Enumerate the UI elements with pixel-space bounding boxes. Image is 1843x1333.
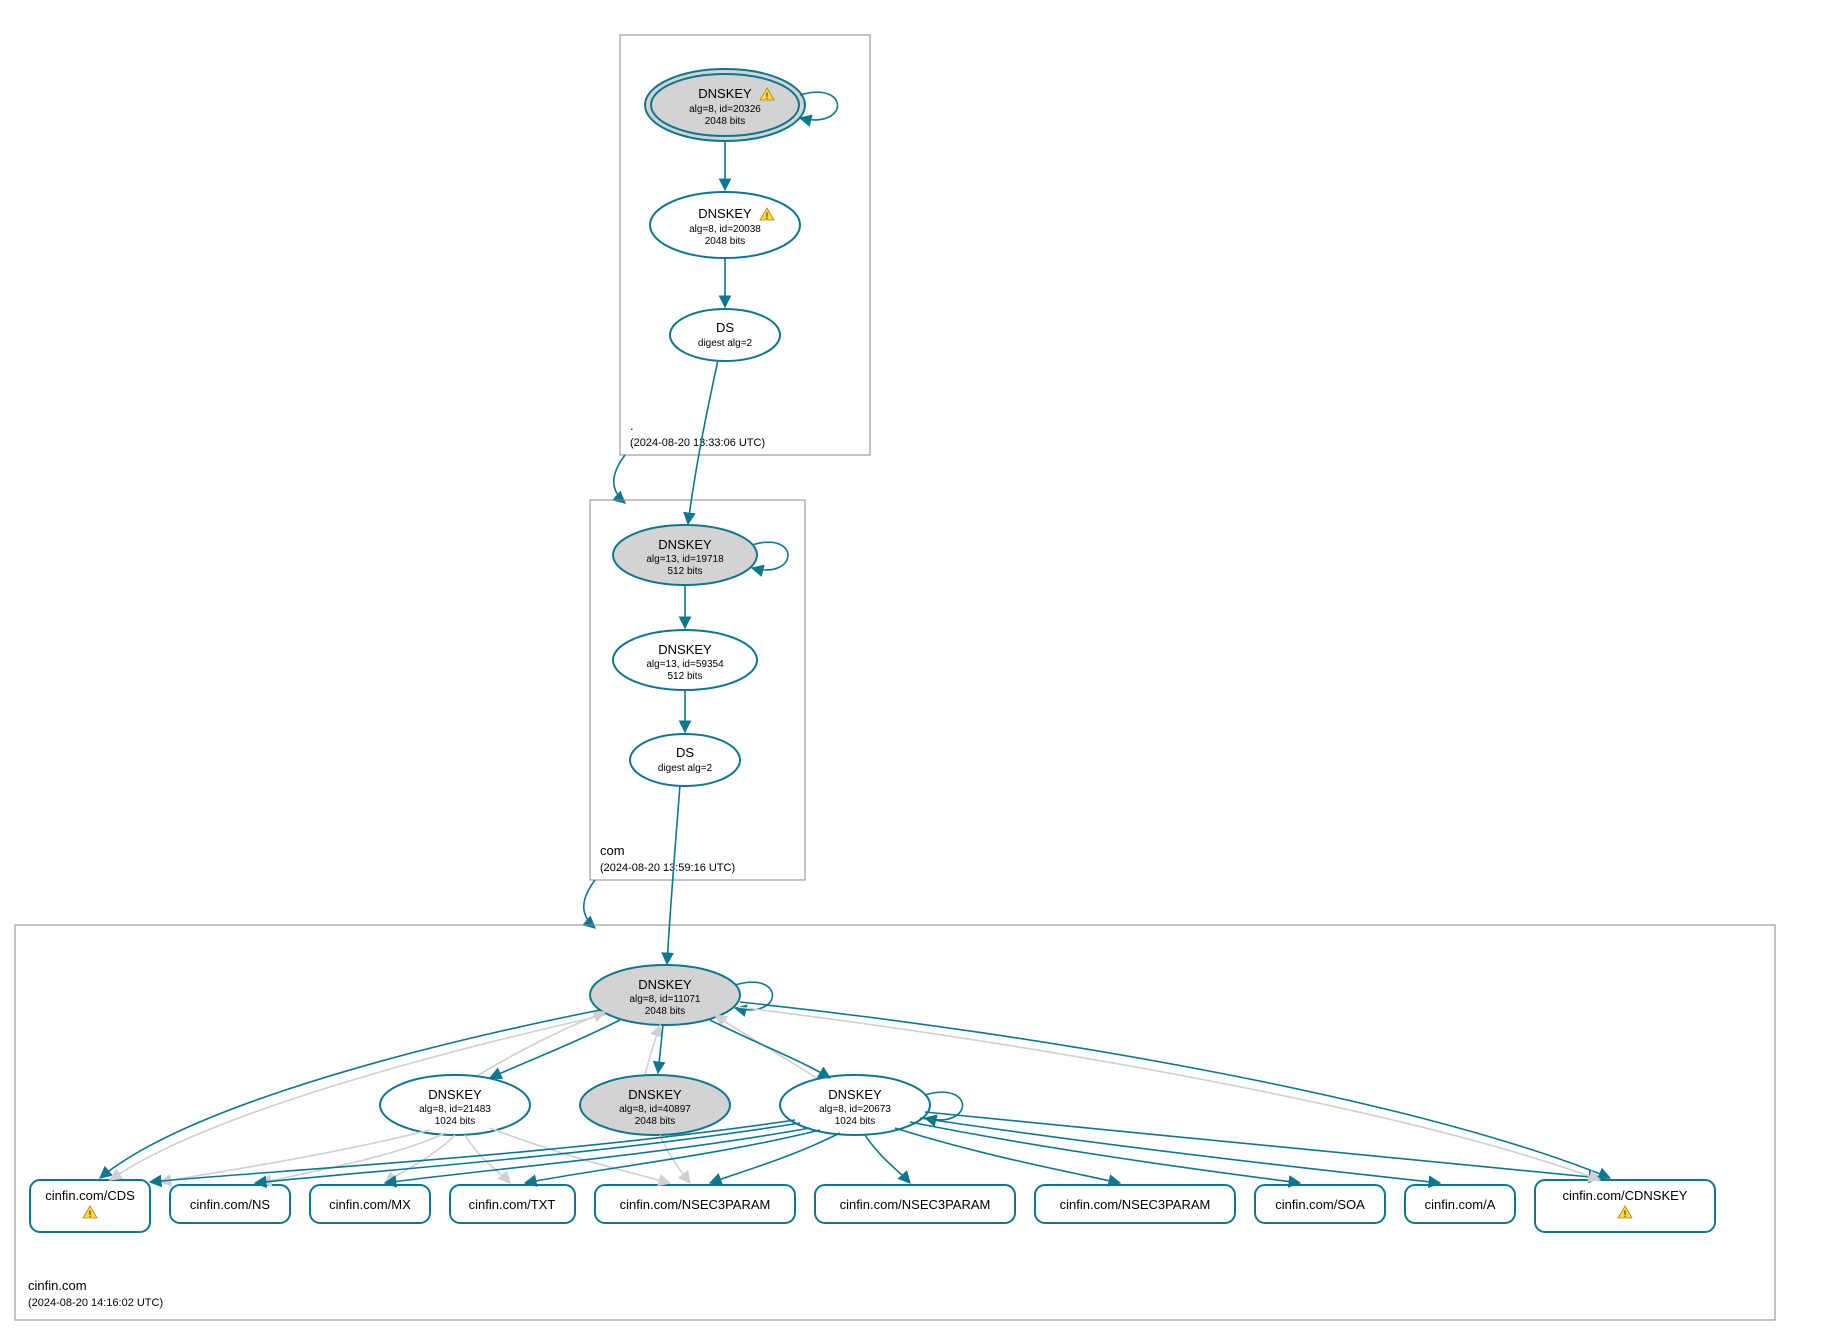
svg-text:DNSKEY: DNSKEY	[638, 977, 692, 992]
svg-text:alg=8, id=40897: alg=8, id=40897	[619, 1104, 691, 1115]
zone-root-ts: (2024-08-20 13:33:06 UTC)	[630, 437, 765, 449]
svg-text:DNSKEY: DNSKEY	[628, 1087, 682, 1102]
svg-text:!: !	[89, 1209, 92, 1219]
com-ds[interactable]: DS digest alg=2	[630, 734, 740, 786]
zone-cinfin-ts: (2024-08-20 14:16:02 UTC)	[28, 1297, 163, 1309]
zone-root: . (2024-08-20 13:33:06 UTC) DNSKEY ! alg…	[620, 35, 870, 455]
rr-ns[interactable]: cinfin.com/NS	[170, 1185, 290, 1223]
dnssec-graph: . (2024-08-20 13:33:06 UTC) DNSKEY ! alg…	[0, 0, 1843, 1333]
svg-text:512 bits: 512 bits	[667, 671, 702, 682]
rr-cds[interactable]: cinfin.com/CDS !	[30, 1180, 150, 1232]
svg-text:1024 bits: 1024 bits	[835, 1116, 876, 1127]
edge-ksk-c	[710, 1020, 830, 1078]
svg-text:cinfin.com/A: cinfin.com/A	[1425, 1197, 1496, 1212]
zone-root-label: .	[630, 418, 634, 433]
svg-text:alg=13, id=19718: alg=13, id=19718	[646, 554, 724, 565]
rr-soa[interactable]: cinfin.com/SOA	[1255, 1185, 1385, 1223]
root-dnskey-ksk[interactable]: DNSKEY ! alg=8, id=20326 2048 bits	[645, 69, 805, 141]
svg-text:alg=8, id=20673: alg=8, id=20673	[819, 1104, 891, 1115]
svg-text:cinfin.com/CDS: cinfin.com/CDS	[45, 1188, 135, 1203]
svg-text:512 bits: 512 bits	[667, 566, 702, 577]
svg-text:2048 bits: 2048 bits	[635, 1116, 676, 1127]
svg-text:DS: DS	[716, 320, 734, 335]
svg-text:DNSKEY: DNSKEY	[428, 1087, 482, 1102]
svg-text:alg=13, id=59354: alg=13, id=59354	[646, 659, 724, 670]
rr-n3p3[interactable]: cinfin.com/NSEC3PARAM	[1035, 1185, 1235, 1223]
com-dnskey-zsk[interactable]: DNSKEY alg=13, id=59354 512 bits	[613, 630, 757, 690]
svg-text:alg=8, id=11071: alg=8, id=11071	[630, 994, 701, 1005]
zone-cinfin: cinfin.com (2024-08-20 14:16:02 UTC) DNS…	[15, 785, 1775, 1320]
cinfin-dnskey-c[interactable]: DNSKEY alg=8, id=20673 1024 bits	[780, 1075, 930, 1135]
svg-text:1024 bits: 1024 bits	[435, 1116, 476, 1127]
svg-text:DNSKEY: DNSKEY	[698, 206, 752, 221]
rr-n3p2[interactable]: cinfin.com/NSEC3PARAM	[815, 1185, 1015, 1223]
svg-text:DNSKEY: DNSKEY	[828, 1087, 882, 1102]
rr-n3p1[interactable]: cinfin.com/NSEC3PARAM	[595, 1185, 795, 1223]
svg-text:cinfin.com/NSEC3PARAM: cinfin.com/NSEC3PARAM	[840, 1197, 991, 1212]
svg-text:2048 bits: 2048 bits	[645, 1006, 686, 1017]
rr-cdnskey[interactable]: cinfin.com/CDNSKEY !	[1535, 1180, 1715, 1232]
edge-b-to-ksk	[645, 1025, 660, 1075]
svg-text:alg=8, id=20326: alg=8, id=20326	[689, 104, 761, 115]
svg-text:cinfin.com/MX: cinfin.com/MX	[329, 1197, 411, 1212]
svg-text:!: !	[766, 211, 769, 221]
rr-a[interactable]: cinfin.com/A	[1405, 1185, 1515, 1223]
svg-text:!: !	[1624, 1209, 1627, 1219]
zone-cinfin-label: cinfin.com	[28, 1278, 87, 1293]
rr-txt[interactable]: cinfin.com/TXT	[450, 1185, 575, 1223]
svg-text:cinfin.com/NSEC3PARAM: cinfin.com/NSEC3PARAM	[1060, 1197, 1211, 1212]
root-dnskey-zsk[interactable]: DNSKEY ! alg=8, id=20038 2048 bits	[650, 192, 800, 258]
svg-text:DS: DS	[676, 745, 694, 760]
svg-text:alg=8, id=20038: alg=8, id=20038	[689, 224, 761, 235]
edge-com-ds-cinfin-ksk	[667, 785, 680, 964]
svg-text:DNSKEY: DNSKEY	[698, 86, 752, 101]
svg-text:cinfin.com/CDNSKEY: cinfin.com/CDNSKEY	[1563, 1188, 1688, 1203]
svg-text:!: !	[766, 91, 769, 101]
cinfin-dnskey-a[interactable]: DNSKEY alg=8, id=21483 1024 bits	[380, 1075, 530, 1135]
rr-mx[interactable]: cinfin.com/MX	[310, 1185, 430, 1223]
com-dnskey-ksk[interactable]: DNSKEY alg=13, id=19718 512 bits	[613, 525, 757, 585]
svg-text:2048 bits: 2048 bits	[705, 236, 746, 247]
edge-zone-com-cinfin	[584, 880, 595, 928]
svg-text:digest alg=2: digest alg=2	[658, 763, 713, 774]
svg-text:digest alg=2: digest alg=2	[698, 338, 753, 349]
svg-text:cinfin.com/SOA: cinfin.com/SOA	[1275, 1197, 1365, 1212]
edge-ksk-b	[658, 1025, 663, 1073]
svg-text:DNSKEY: DNSKEY	[658, 537, 712, 552]
svg-text:cinfin.com/NS: cinfin.com/NS	[190, 1197, 271, 1212]
root-ds[interactable]: DS digest alg=2	[670, 309, 780, 361]
zone-com-label: com	[600, 843, 625, 858]
cinfin-dnskey-b[interactable]: DNSKEY alg=8, id=40897 2048 bits	[580, 1075, 730, 1135]
svg-text:cinfin.com/NSEC3PARAM: cinfin.com/NSEC3PARAM	[620, 1197, 771, 1212]
svg-text:2048 bits: 2048 bits	[705, 116, 746, 127]
zone-com-ts: (2024-08-20 13:59:16 UTC)	[600, 862, 735, 874]
svg-text:cinfin.com/TXT: cinfin.com/TXT	[469, 1197, 556, 1212]
svg-text:alg=8, id=21483: alg=8, id=21483	[419, 1104, 491, 1115]
svg-text:DNSKEY: DNSKEY	[658, 642, 712, 657]
edge-zone-root-com	[614, 455, 625, 503]
